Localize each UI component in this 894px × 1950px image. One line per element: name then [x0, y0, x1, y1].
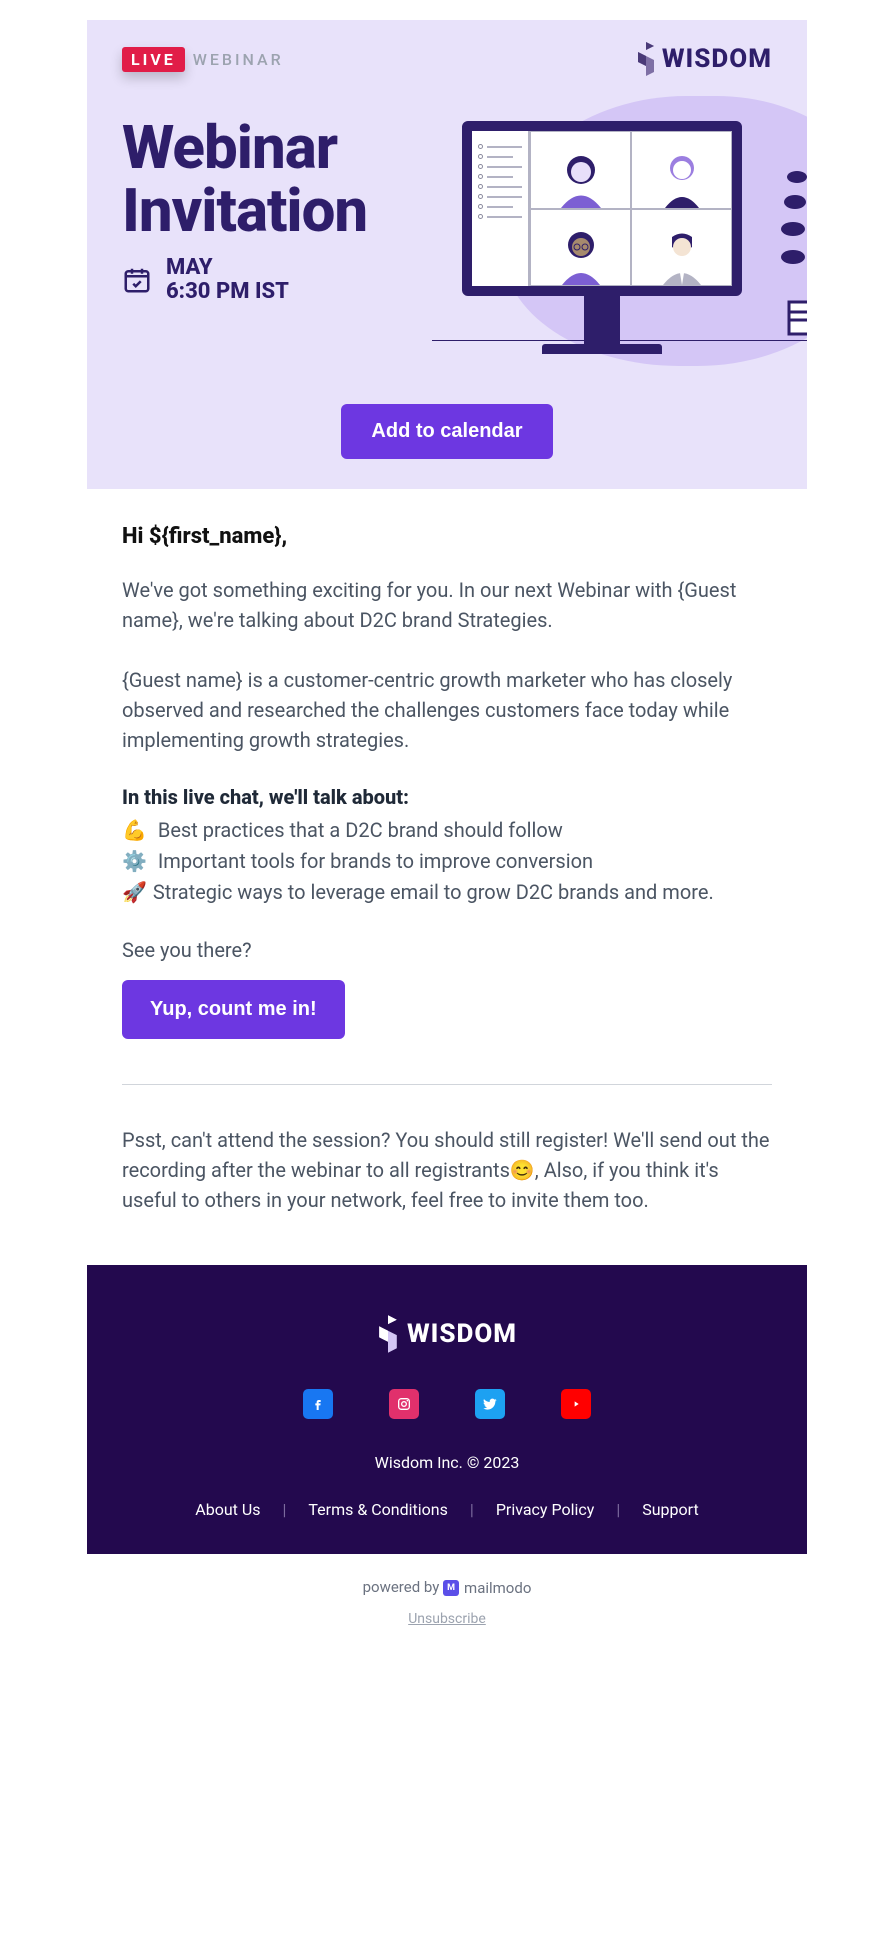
wisdom-logo-icon: [377, 1315, 399, 1353]
wisdom-logo-icon: [636, 42, 656, 76]
webinar-label: WEBINAR: [193, 50, 284, 69]
topic-item: ⚙️ Important tools for brands to improve…: [122, 846, 772, 877]
plant-icon: [767, 137, 807, 337]
footer-section: WISDOM Wisdom Inc. © 2023 About Us | Ter…: [87, 1265, 807, 1554]
footer-links: About Us | Terms & Conditions | Privacy …: [122, 1500, 772, 1519]
calendar-icon: [122, 265, 152, 295]
intro-paragraph-2: {Guest name} is a customer-centric growt…: [122, 665, 772, 755]
ps-text: Psst, can't attend the session? You shou…: [122, 1125, 772, 1215]
footer-link-privacy[interactable]: Privacy Policy: [496, 1500, 595, 1519]
closing-question: See you there?: [122, 938, 772, 962]
live-webinar-tag: LIVE WEBINAR: [122, 47, 284, 72]
event-date: MAY 6:30 PM IST: [122, 256, 452, 304]
greeting: Hi ${first_name},: [122, 524, 772, 549]
divider: [122, 1084, 772, 1085]
twitter-icon[interactable]: [475, 1389, 505, 1419]
hero-section: LIVE WEBINAR WISDOM WebinarInvitation: [87, 20, 807, 489]
add-to-calendar-button[interactable]: Add to calendar: [341, 404, 552, 459]
topics-heading: In this live chat, we'll talk about:: [122, 785, 772, 809]
brand-logo: WISDOM: [636, 42, 772, 76]
count-me-in-button[interactable]: Yup, count me in!: [122, 980, 345, 1039]
live-badge: LIVE: [122, 47, 185, 72]
social-links: [122, 1389, 772, 1419]
footer-link-about[interactable]: About Us: [195, 1500, 260, 1519]
brand-name: WISDOM: [662, 44, 772, 74]
footer-brand: WISDOM: [122, 1315, 772, 1353]
hero-illustration: [452, 116, 807, 366]
powered-by: powered by M mailmodo: [87, 1554, 807, 1603]
facebook-icon[interactable]: [303, 1389, 333, 1419]
unsubscribe-link[interactable]: Unsubscribe: [87, 1611, 807, 1627]
youtube-icon[interactable]: [561, 1389, 591, 1419]
date-month: MAY: [166, 256, 289, 280]
copyright-text: Wisdom Inc. © 2023: [122, 1453, 772, 1472]
footer-brand-name: WISDOM: [407, 1319, 517, 1349]
footer-link-support[interactable]: Support: [642, 1500, 698, 1519]
intro-paragraph-1: We've got something exciting for you. In…: [122, 575, 772, 635]
email-body: Hi ${first_name}, We've got something ex…: [87, 489, 807, 1265]
date-time: 6:30 PM IST: [166, 280, 289, 304]
topic-item: 💪 Best practices that a D2C brand should…: [122, 815, 772, 846]
instagram-icon[interactable]: [389, 1389, 419, 1419]
page-title: WebinarInvitation: [122, 116, 452, 242]
topic-item: 🚀Strategic ways to leverage email to gro…: [122, 877, 772, 908]
monitor-illustration: [462, 121, 742, 354]
footer-link-terms[interactable]: Terms & Conditions: [308, 1500, 448, 1519]
mailmodo-icon: M: [443, 1580, 459, 1596]
